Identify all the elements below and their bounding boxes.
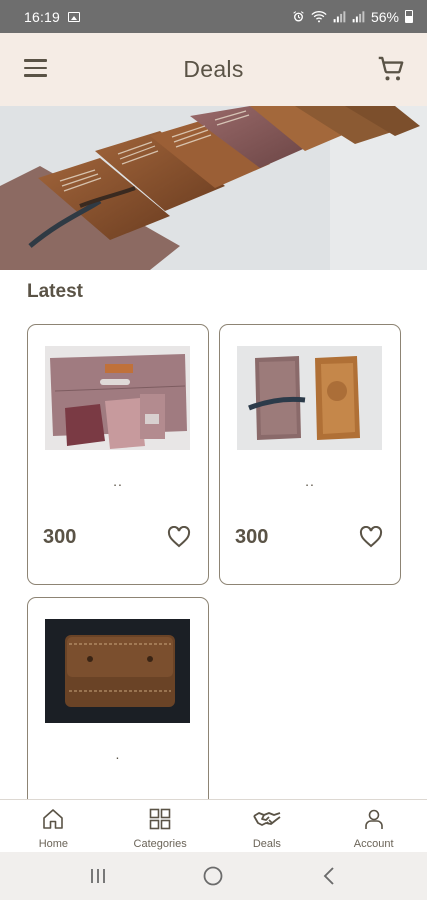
hero-banner — [0, 106, 427, 270]
person-icon — [364, 809, 383, 829]
hero-image — [0, 106, 427, 270]
nav-item-categories[interactable]: Categories — [107, 800, 214, 852]
product-image — [45, 619, 190, 723]
status-time: 16:19 — [24, 8, 61, 25]
hamburger-menu-icon[interactable] — [24, 59, 47, 77]
product-card[interactable]: . — [27, 597, 209, 827]
product-price: 300 — [235, 526, 269, 548]
nav-item-deals[interactable]: Deals — [214, 800, 321, 852]
nav-label: Account — [353, 838, 394, 850]
section-title: Latest — [27, 281, 83, 302]
product-name: .. — [305, 473, 315, 489]
product-price: 300 — [43, 526, 77, 548]
signal-icon — [352, 11, 365, 23]
battery-icon — [405, 10, 413, 23]
wifi-icon — [311, 11, 327, 23]
product-card[interactable]: .. 300 — [219, 324, 401, 585]
grid-icon — [149, 808, 171, 830]
app-bar: Deals — [0, 33, 427, 106]
nav-item-home[interactable]: Home — [0, 800, 107, 852]
shopping-cart-icon[interactable] — [377, 55, 405, 83]
product-name: .. — [113, 473, 123, 489]
home-circle-icon — [204, 866, 223, 886]
home-button[interactable] — [193, 861, 233, 891]
status-bar: 16:19 56% — [0, 0, 427, 33]
nav-label: Categories — [133, 838, 187, 850]
handshake-icon — [253, 812, 281, 826]
home-icon — [43, 809, 64, 829]
gallery-icon — [68, 11, 81, 22]
signal-icon — [333, 11, 346, 23]
nav-label: Home — [38, 838, 69, 850]
recent-apps-button[interactable] — [78, 861, 118, 891]
system-navigation-bar — [0, 852, 427, 900]
heart-outline-icon[interactable] — [359, 526, 383, 548]
product-name: . — [115, 746, 121, 762]
alarm-icon — [293, 11, 304, 22]
page-title: Deals — [183, 56, 244, 82]
product-image — [45, 346, 190, 450]
product-image — [237, 346, 382, 450]
heart-outline-icon[interactable] — [167, 526, 191, 548]
battery-percent: 56% — [370, 8, 399, 25]
recent-apps-icon — [90, 869, 105, 883]
back-chevron-icon — [323, 867, 334, 885]
nav-item-account[interactable]: Account — [320, 800, 427, 852]
nav-label: Deals — [252, 838, 281, 850]
product-card[interactable]: .. 300 — [27, 324, 209, 585]
back-button[interactable] — [309, 861, 349, 891]
status-icons: 56% — [292, 9, 413, 25]
bottom-navigation: Home Categories Deals Account — [0, 799, 427, 852]
